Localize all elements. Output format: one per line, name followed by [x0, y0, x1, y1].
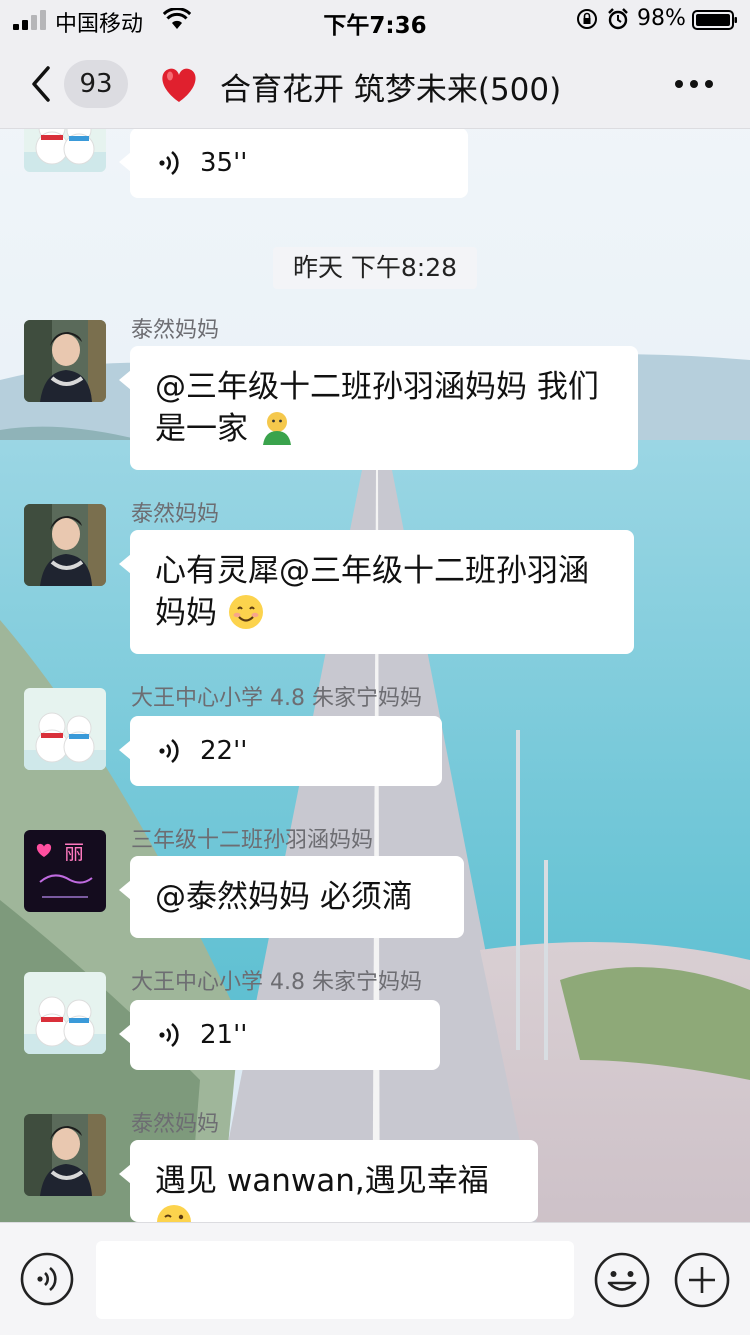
sender-name: 泰然妈妈: [131, 1112, 220, 1137]
voice-wave-icon: [159, 150, 179, 176]
sender-name: 泰然妈妈: [131, 318, 220, 343]
add-attachment-icon[interactable]: [674, 1252, 730, 1308]
smiling-face-emoji-icon: [228, 595, 263, 629]
voice-message-bubble[interactable]: 22'': [119, 716, 442, 786]
sender-avatar[interactable]: [24, 1114, 106, 1196]
message-text: 遇见 wanwan,遇见幸福: [155, 1163, 489, 1199]
woman-photo-avatar-icon: [24, 504, 106, 586]
status-bar: 中国移动 下午7:36 98%: [0, 0, 750, 40]
neon-heart-avatar-icon: 丽: [24, 830, 106, 912]
woman-photo-avatar-icon: [24, 320, 106, 402]
chat-header: 93 合育花开 筑梦未来(500): [0, 40, 750, 129]
time-divider: 昨天 下午8:28: [273, 247, 477, 289]
sender-name: 大王中心小学 4.8 朱家宁妈妈: [131, 970, 422, 995]
voice-duration: 22'': [200, 736, 248, 766]
message-text-input[interactable]: [96, 1241, 574, 1319]
back-chevron-icon[interactable]: [26, 62, 56, 106]
battery-percentage: 98%: [637, 6, 686, 31]
voice-message-bubble[interactable]: 21'': [119, 1000, 440, 1070]
sender-name: 泰然妈妈: [131, 502, 220, 527]
battery-icon: [692, 10, 737, 30]
sender-avatar[interactable]: [24, 972, 106, 1054]
group-title: 合育花开 筑梦未来(500): [220, 72, 562, 108]
message-input-bar: [0, 1222, 750, 1335]
sender-name: 三年级十二班孙羽涵妈妈: [131, 828, 374, 853]
text-message-bubble[interactable]: @三年级十二班孙羽涵妈妈 我们是一家: [119, 346, 638, 470]
sender-name: 大王中心小学 4.8 朱家宁妈妈: [131, 686, 422, 711]
voice-duration: 21'': [200, 1020, 248, 1050]
sender-avatar[interactable]: 丽: [24, 830, 106, 912]
text-message-bubble[interactable]: @泰然妈妈 必须滴: [119, 856, 464, 938]
emoji-picker-icon[interactable]: [594, 1252, 650, 1308]
green-shirt-person-emoji-icon: [262, 412, 291, 445]
text-message-bubble[interactable]: 遇见 wanwan,遇见幸福: [119, 1140, 538, 1222]
more-options-icon[interactable]: [668, 62, 720, 106]
unread-count-badge[interactable]: 93: [64, 60, 128, 108]
voice-duration: 35'': [200, 148, 248, 178]
message-text: @泰然妈妈 必须滴: [155, 879, 413, 915]
snowmen-avatar-icon: [24, 972, 106, 1054]
sender-avatar[interactable]: [24, 129, 106, 172]
message-text: @三年级十二班孙羽涵妈妈 我们是一家: [155, 369, 599, 447]
chat-message-list[interactable]: 35'' 昨天 下午8:28 泰然妈妈 @三年级十二班孙羽涵妈妈 我们是一家 泰…: [0, 129, 750, 1222]
avatar-label: 丽: [64, 840, 84, 864]
snowmen-avatar-icon: [24, 688, 106, 770]
sender-avatar[interactable]: [24, 320, 106, 402]
voice-message-bubble[interactable]: 35'': [119, 129, 468, 198]
alarm-clock-icon: [608, 8, 628, 30]
message-text: 心有灵犀@三年级十二班孙羽涵妈妈: [155, 553, 589, 631]
rotation-lock-icon: [577, 9, 597, 29]
text-message-bubble[interactable]: 心有灵犀@三年级十二班孙羽涵妈妈: [119, 530, 634, 654]
sender-avatar[interactable]: [24, 504, 106, 586]
voice-wave-icon: [159, 1022, 179, 1048]
sender-avatar[interactable]: [24, 688, 106, 770]
woman-photo-avatar-icon: [24, 1114, 106, 1196]
winking-tongue-face-emoji-icon: [157, 1205, 191, 1222]
voice-wave-icon: [159, 738, 179, 764]
voice-input-toggle-icon[interactable]: [20, 1252, 74, 1306]
snowmen-avatar-icon: [24, 129, 106, 172]
red-heart-icon: [162, 68, 196, 102]
